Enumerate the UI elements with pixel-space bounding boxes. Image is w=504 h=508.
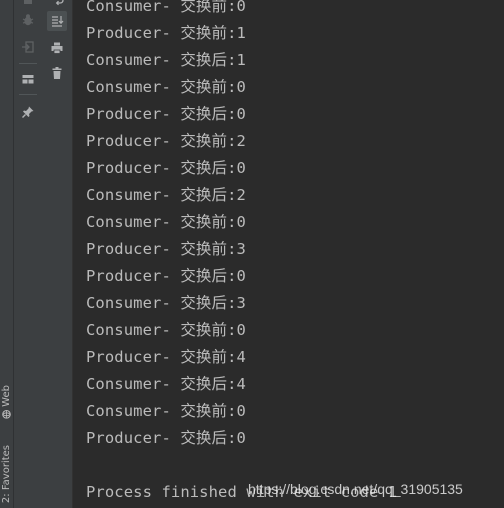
console-output[interactable]: Consumer- 交换前:0 Producer- 交换前:1 Consumer… — [73, 0, 504, 508]
console-line: Producer- 交换前:2 — [86, 132, 246, 150]
web-tab-label: Web — [1, 385, 12, 407]
debug-icon[interactable] — [18, 10, 38, 30]
pin-icon[interactable] — [18, 102, 38, 122]
web-tool-tab[interactable]: Web — [0, 378, 13, 426]
console-line: Producer- 交换后:0 — [86, 159, 246, 177]
favorites-tool-tab[interactable]: 2: Favorites — [0, 440, 13, 508]
exit-icon[interactable] — [18, 37, 38, 57]
print-icon[interactable] — [47, 38, 67, 58]
console-line: Producer- 交换后:0 — [86, 105, 246, 123]
tool-window-strip: Web 2: Favorites — [0, 0, 14, 508]
trash-icon[interactable] — [47, 63, 67, 83]
console-line: Consumer- 交换后:3 — [86, 294, 246, 312]
run-toolbar-primary — [14, 0, 42, 508]
scroll-to-end-icon[interactable] — [47, 11, 67, 31]
layout-icon[interactable] — [18, 69, 38, 89]
run-toolbar-secondary — [42, 0, 73, 508]
toolbar-separator — [19, 94, 37, 95]
watermark: https://blog.csdn.net/qq_31905135 — [248, 481, 463, 497]
console-line: Producer- 交换前:3 — [86, 240, 246, 258]
console-line: Consumer- 交换前:0 — [86, 78, 246, 96]
ide-run-window: Web 2: Favorites Consumer- 交换前:0 Produce… — [0, 0, 504, 508]
console-line: Consumer- 交换后:4 — [86, 375, 246, 393]
console-line: Producer- 交换后:0 — [86, 429, 246, 447]
globe-icon — [1, 410, 12, 419]
console-line: Producer- 交换前:1 — [86, 24, 246, 42]
stop-icon[interactable] — [18, 0, 38, 10]
toolbar-separator — [19, 63, 37, 64]
soft-wrap-icon[interactable] — [47, 0, 67, 10]
console-line: Producer- 交换前:4 — [86, 348, 246, 366]
console-line: Consumer- 交换前:0 — [86, 213, 246, 231]
console-line: Consumer- 交换前:0 — [86, 402, 246, 420]
console-line: Consumer- 交换前:0 — [86, 0, 246, 15]
console-line: Consumer- 交换后:2 — [86, 186, 246, 204]
favorites-tab-label: 2: Favorites — [1, 444, 12, 504]
console-line: Producer- 交换后:0 — [86, 267, 246, 285]
console-line: Consumer- 交换前:0 — [86, 321, 246, 339]
console-line: Consumer- 交换后:1 — [86, 51, 246, 69]
